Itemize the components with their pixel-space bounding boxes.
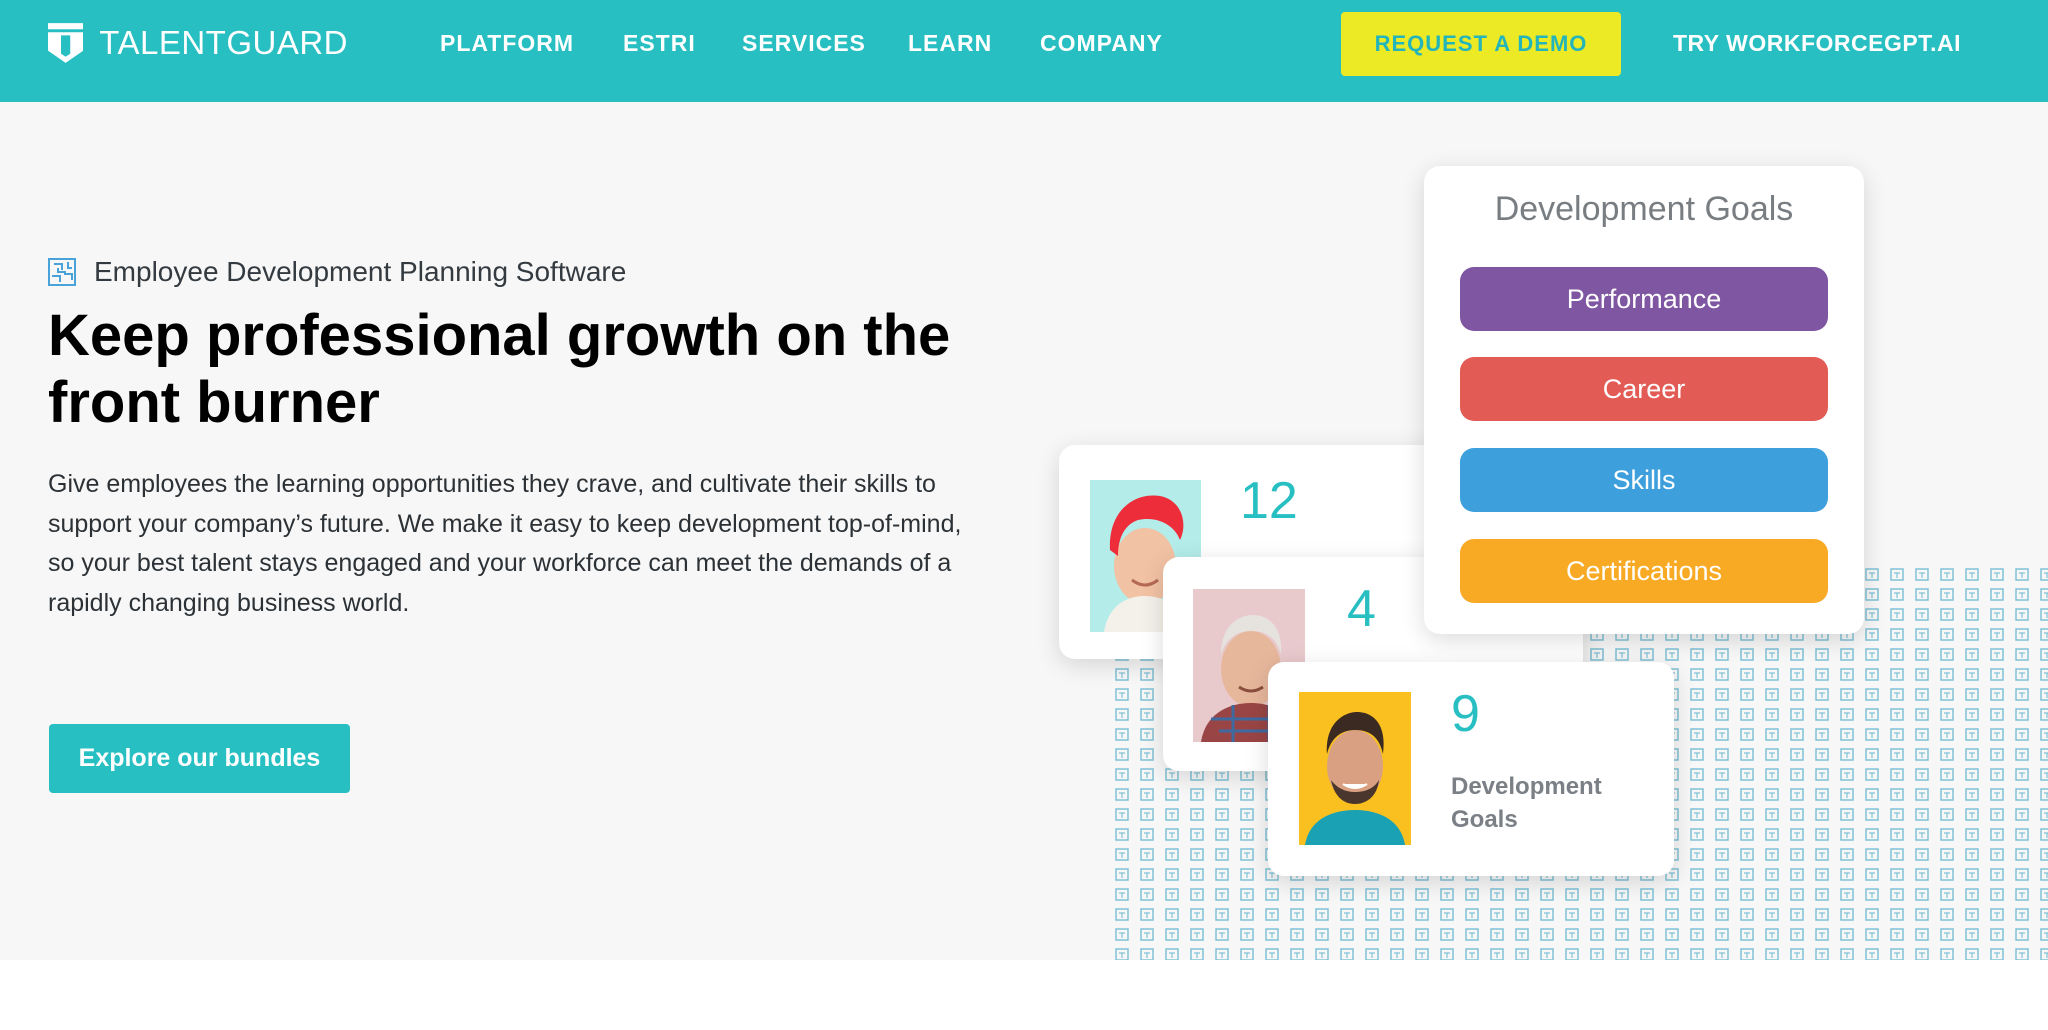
top-navigation-bar: TALENTGUARD PLATFORM ESTRI SERVICES LEAR…: [0, 0, 2048, 102]
maze-pattern-icon: [48, 258, 76, 286]
employee-photo: [1299, 692, 1411, 845]
goal-count: 12: [1240, 472, 1298, 530]
goal-count: 4: [1347, 580, 1376, 638]
goals-panel-title: Development Goals: [1494, 190, 1794, 228]
nav-item-learn[interactable]: LEARN: [908, 30, 992, 57]
goal-pill-skills: Skills: [1460, 448, 1828, 512]
employee-card: 9 Development Goals: [1268, 662, 1674, 876]
goal-pill-certifications: Certifications: [1460, 539, 1828, 603]
nav-item-estri[interactable]: ESTRI: [623, 30, 696, 57]
goal-count: 9: [1451, 685, 1480, 743]
request-demo-button[interactable]: REQUEST A DEMO: [1341, 12, 1621, 76]
eyebrow: Employee Development Planning Software: [48, 256, 626, 288]
eyebrow-text: Employee Development Planning Software: [94, 256, 627, 287]
development-goals-label: Development Goals: [1451, 773, 1602, 833]
explore-bundles-button[interactable]: Explore our bundles: [49, 724, 350, 793]
hero-description: Give employees the learning opportunitie…: [48, 470, 962, 617]
talentguard-logo[interactable]: TALENTGUARD: [48, 17, 348, 69]
shield-logo-icon: [48, 23, 84, 63]
logo-wordmark: TALENTGUARD: [99, 24, 348, 61]
try-workforcegpt-link[interactable]: TRY WORKFORCEGPT.AI: [1673, 30, 1961, 57]
goal-pill-performance: Performance: [1460, 267, 1828, 331]
page-headline: Keep professional growth on the front bu…: [48, 303, 951, 435]
development-goals-panel: Development Goals Performance Career Ski…: [1424, 166, 1864, 634]
nav-item-services[interactable]: SERVICES: [742, 30, 866, 57]
goal-pill-career: Career: [1460, 357, 1828, 421]
nav-item-platform[interactable]: PLATFORM: [440, 30, 574, 57]
nav-item-company[interactable]: COMPANY: [1040, 30, 1163, 57]
hero-section: Employee Development Planning Software K…: [0, 102, 2048, 960]
